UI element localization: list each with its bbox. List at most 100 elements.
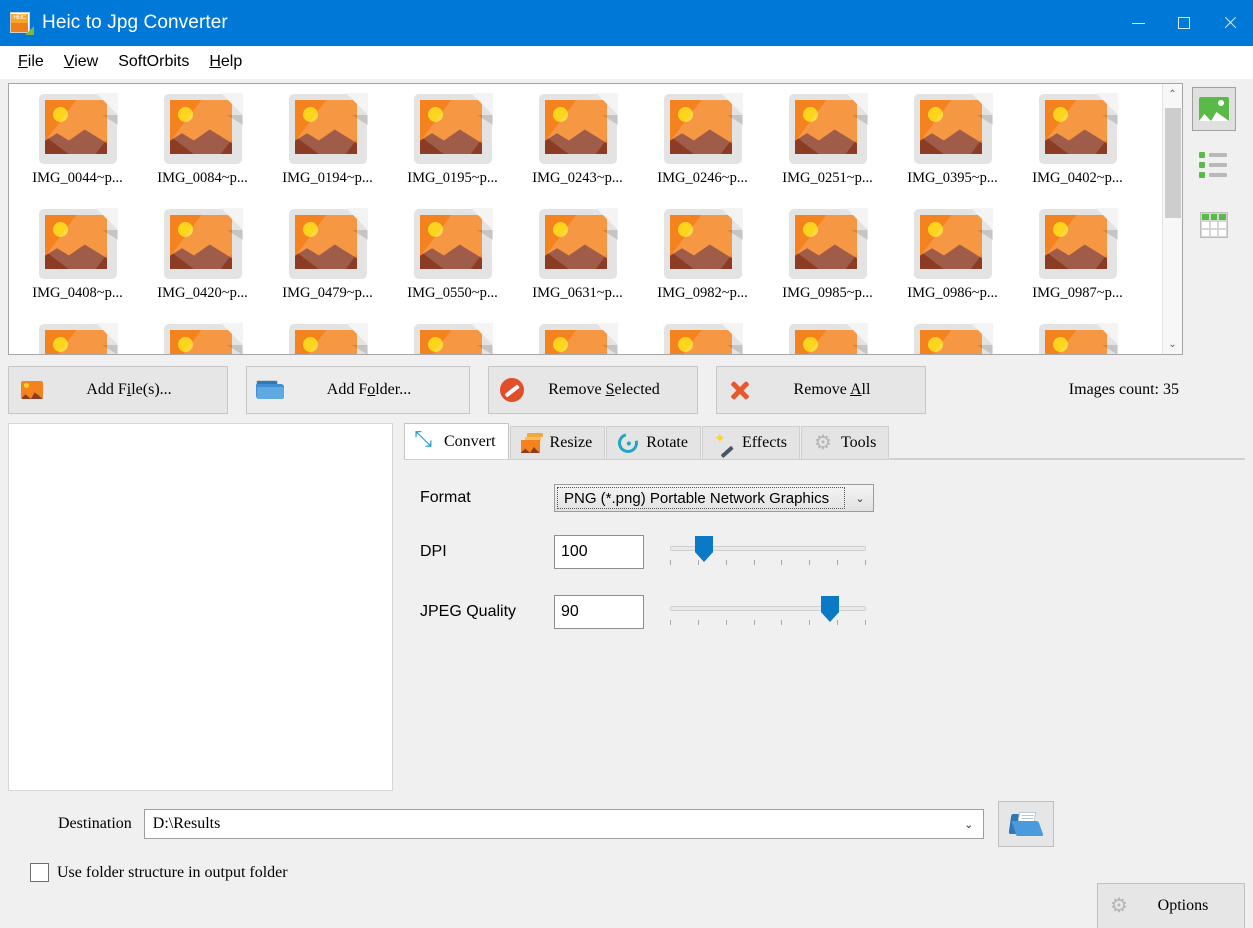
thumbnail-item[interactable] (765, 322, 890, 354)
tab-resize[interactable]: Resize (510, 426, 606, 459)
image-placeholder-icon (787, 207, 869, 281)
thumbnail-label: IMG_0084~p... (157, 170, 247, 187)
remove-selected-button[interactable]: Remove Selected (488, 366, 698, 414)
thumbnail-item[interactable] (390, 322, 515, 354)
thumbnail-item[interactable]: IMG_0986~p... (890, 207, 1015, 322)
dpi-input[interactable]: 100 (554, 535, 644, 569)
thumbnail-item[interactable] (1015, 322, 1140, 354)
thumbnail-item[interactable]: IMG_0243~p... (515, 92, 640, 207)
menu-item-view[interactable]: View (54, 50, 108, 74)
folder-structure-row: Use folder structure in output folder (30, 863, 1237, 882)
tab-label: Convert (444, 433, 496, 451)
view-mode-table-button[interactable] (1192, 203, 1236, 247)
browse-folder-button[interactable] (998, 801, 1054, 847)
destination-label: Destination (58, 815, 132, 833)
tab-convert[interactable]: Convert (404, 423, 509, 459)
image-placeholder-icon (1037, 207, 1119, 281)
use-folder-structure-label[interactable]: Use folder structure in output folder (57, 864, 288, 882)
thumbnail-label: IMG_0251~p... (782, 170, 872, 187)
image-preview-panel[interactable] (8, 423, 393, 791)
image-placeholder-icon (37, 322, 119, 354)
window-title: Heic to Jpg Converter (42, 12, 228, 34)
thumbnail-item[interactable] (15, 322, 140, 354)
thumbnail-label: IMG_0985~p... (782, 285, 872, 302)
format-select-value: PNG (*.png) Portable Network Graphics (557, 487, 845, 509)
image-placeholder-icon (912, 207, 994, 281)
thumbnail-item[interactable]: IMG_0408~p... (15, 207, 140, 322)
thumbnail-item[interactable] (265, 322, 390, 354)
image-placeholder-icon (787, 322, 869, 354)
destination-combobox[interactable]: D:\Results ⌄ (144, 809, 984, 839)
tab-label: Resize (550, 434, 593, 452)
image-placeholder-icon (912, 322, 994, 354)
scrollbar-thumb[interactable] (1165, 108, 1181, 218)
image-placeholder-icon (162, 207, 244, 281)
tab-label: Effects (742, 434, 787, 452)
image-placeholder-icon (912, 92, 994, 166)
thumbnail-item[interactable]: IMG_0987~p... (1015, 207, 1140, 322)
menu-item-softorbits[interactable]: SoftOrbits (108, 50, 199, 74)
view-mode-list-button[interactable] (1192, 145, 1236, 189)
chevron-down-icon[interactable]: ⌄ (847, 492, 873, 505)
tab-rotate[interactable]: Rotate (606, 426, 701, 459)
menu-item-help[interactable]: Help (199, 50, 252, 74)
quality-input[interactable]: 90 (554, 595, 644, 629)
menu-item-file[interactable]: File (8, 50, 54, 74)
ban-icon (489, 378, 535, 402)
thumbnail-item[interactable]: IMG_0195~p... (390, 92, 515, 207)
thumbnail-item[interactable]: IMG_0420~p... (140, 207, 265, 322)
tab-tools[interactable]: ⚙Tools (801, 426, 889, 459)
thumbnail-label: IMG_0402~p... (1032, 170, 1122, 187)
scroll-up-button[interactable]: ⌃ (1163, 84, 1182, 104)
thumbnail-item[interactable]: IMG_0982~p... (640, 207, 765, 322)
thumbnail-item[interactable] (140, 322, 265, 354)
scrollbar-track[interactable] (1163, 104, 1182, 334)
thumbnail-item[interactable]: IMG_0084~p... (140, 92, 265, 207)
quality-slider-thumb[interactable] (821, 596, 839, 622)
quality-slider[interactable] (670, 592, 866, 632)
thumbnail-item[interactable]: IMG_0479~p... (265, 207, 390, 322)
convert-tab-panel: Format PNG (*.png) Portable Network Grap… (404, 459, 1245, 791)
gear-icon: ⚙ (1098, 896, 1140, 916)
format-row: Format PNG (*.png) Portable Network Grap… (404, 484, 1245, 512)
thumbnail-item[interactable]: IMG_0395~p... (890, 92, 1015, 207)
thumbnail-item[interactable]: IMG_0194~p... (265, 92, 390, 207)
thumbnail-item[interactable]: IMG_0985~p... (765, 207, 890, 322)
dpi-slider-ticks (670, 560, 866, 565)
dpi-slider-thumb[interactable] (695, 536, 713, 562)
add-folder-button[interactable]: Add Folder... (246, 366, 470, 414)
list-view-icon (1199, 152, 1229, 182)
thumbnail-item[interactable]: IMG_0402~p... (1015, 92, 1140, 207)
format-select[interactable]: PNG (*.png) Portable Network Graphics ⌄ (554, 484, 874, 512)
scroll-down-button[interactable]: ⌄ (1163, 334, 1182, 354)
image-placeholder-icon (287, 322, 369, 354)
convert-icon (413, 431, 439, 453)
image-placeholder-icon (662, 207, 744, 281)
app-icon: HEIC (10, 12, 32, 34)
tab-label: Tools (841, 434, 876, 452)
chevron-down-icon[interactable]: ⌄ (955, 818, 983, 831)
thumbnail-list[interactable]: IMG_0044~p...IMG_0084~p...IMG_0194~p...I… (8, 83, 1183, 355)
minimize-button[interactable] (1115, 0, 1161, 46)
dpi-slider[interactable] (670, 532, 866, 572)
thumbnail-item[interactable]: IMG_0246~p... (640, 92, 765, 207)
use-folder-structure-checkbox[interactable] (30, 863, 49, 882)
settings-tabs: Convert Resize Rotate✦Effects⚙Tools (404, 423, 1245, 459)
add-files-label: Add File(s)... (55, 381, 227, 399)
add-files-button[interactable]: Add File(s)... (8, 366, 228, 414)
remove-all-button[interactable]: Remove All (716, 366, 926, 414)
options-button[interactable]: ⚙ Options (1097, 883, 1245, 928)
thumbnail-item[interactable]: IMG_0044~p... (15, 92, 140, 207)
tab-effects[interactable]: ✦Effects (702, 426, 800, 459)
thumbnail-item[interactable] (890, 322, 1015, 354)
close-button[interactable] (1207, 0, 1253, 46)
thumbnail-item[interactable]: IMG_0550~p... (390, 207, 515, 322)
thumbnail-item[interactable] (640, 322, 765, 354)
thumbnail-item[interactable]: IMG_0251~p... (765, 92, 890, 207)
maximize-button[interactable] (1161, 0, 1207, 46)
thumbnail-item[interactable] (515, 322, 640, 354)
thumbnail-item[interactable]: IMG_0631~p... (515, 207, 640, 322)
thumbnail-scrollbar[interactable]: ⌃ ⌄ (1162, 84, 1182, 354)
dpi-row: DPI 100 (404, 532, 1245, 572)
view-mode-thumbnail-button[interactable] (1192, 87, 1236, 131)
